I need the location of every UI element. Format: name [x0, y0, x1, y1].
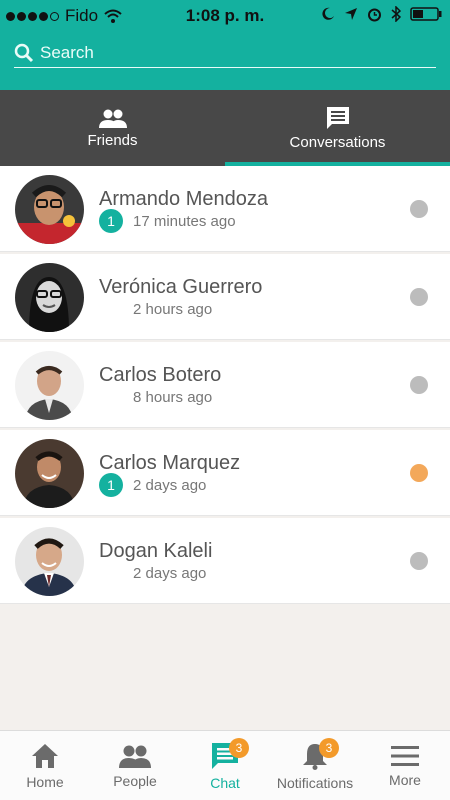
status-bar: Fido 1:08 p. m.: [0, 0, 450, 30]
alarm-icon: [368, 8, 381, 21]
menu-icon: [391, 745, 419, 766]
search-input[interactable]: Search: [14, 38, 436, 68]
tab-conversations[interactable]: Conversations: [225, 90, 450, 166]
avatar: [15, 263, 84, 332]
contact-name: Dogan Kaleli: [99, 540, 213, 562]
presence-dot: [410, 464, 428, 482]
notification-count-badge: 3: [319, 738, 339, 758]
location-arrow-icon: [345, 8, 357, 20]
contact-name: Armando Mendoza: [99, 188, 268, 210]
avatar: [15, 351, 84, 420]
conversation-row[interactable]: Carlos Botero 8 hours ago: [0, 342, 450, 428]
bottom-navigation: Home People 3 Chat 3 Notifications More: [0, 730, 450, 800]
presence-dot: [410, 288, 428, 306]
nav-chat[interactable]: 3 Chat: [180, 731, 270, 800]
unread-badge: 1: [99, 209, 123, 233]
presence-dot: [410, 200, 428, 218]
chat-count-badge: 3: [229, 738, 249, 758]
tab-friends-label: Friends: [87, 131, 138, 149]
conversation-list: Armando Mendoza 1 17 minutes ago Verónic…: [0, 166, 450, 606]
avatar: [15, 439, 84, 508]
last-active-time: 2 days ago: [133, 476, 207, 494]
last-active-time: 17 minutes ago: [133, 212, 236, 230]
bluetooth-icon: [391, 6, 401, 22]
search-placeholder: Search: [40, 42, 94, 62]
nav-more-label: More: [389, 771, 421, 788]
nav-chat-label: Chat: [210, 774, 240, 791]
tab-friends[interactable]: Friends: [0, 90, 225, 166]
people-icon: [98, 109, 127, 128]
battery-icon: [410, 7, 442, 21]
header: Fido 1:08 p. m. Search: [0, 0, 450, 90]
conversation-row[interactable]: Carlos Marquez 1 2 days ago: [0, 430, 450, 516]
presence-dot: [410, 376, 428, 394]
last-active-time: 2 hours ago: [133, 300, 213, 318]
contact-name: Carlos Marquez: [99, 452, 241, 474]
tab-bar: Friends Conversations: [0, 90, 450, 166]
nav-people[interactable]: People: [90, 731, 180, 800]
nav-notifications-label: Notifications: [276, 774, 354, 791]
contact-name: Verónica Guerrero: [99, 276, 263, 298]
nav-home-label: Home: [26, 773, 64, 790]
last-active-time: 2 days ago: [133, 564, 207, 582]
people-icon: [119, 745, 151, 768]
unread-badge: 1: [99, 473, 123, 497]
nav-notifications[interactable]: 3 Notifications: [270, 731, 360, 800]
nav-home[interactable]: Home: [0, 731, 90, 800]
chat-icon: [326, 106, 349, 129]
conversation-row[interactable]: Verónica Guerrero 2 hours ago: [0, 254, 450, 340]
conversation-row[interactable]: Armando Mendoza 1 17 minutes ago: [0, 166, 450, 252]
tab-conversations-label: Conversations: [289, 133, 386, 151]
last-active-time: 8 hours ago: [133, 388, 213, 406]
home-icon: [32, 743, 58, 768]
presence-dot: [410, 552, 428, 570]
conversation-row[interactable]: Dogan Kaleli 2 days ago: [0, 518, 450, 604]
avatar: [15, 527, 84, 596]
nav-people-label: People: [113, 772, 157, 789]
contact-name: Carlos Botero: [99, 364, 222, 386]
moon-icon: [322, 7, 334, 20]
nav-more[interactable]: More: [360, 731, 450, 800]
search-icon: [14, 43, 34, 62]
avatar: [15, 175, 84, 244]
